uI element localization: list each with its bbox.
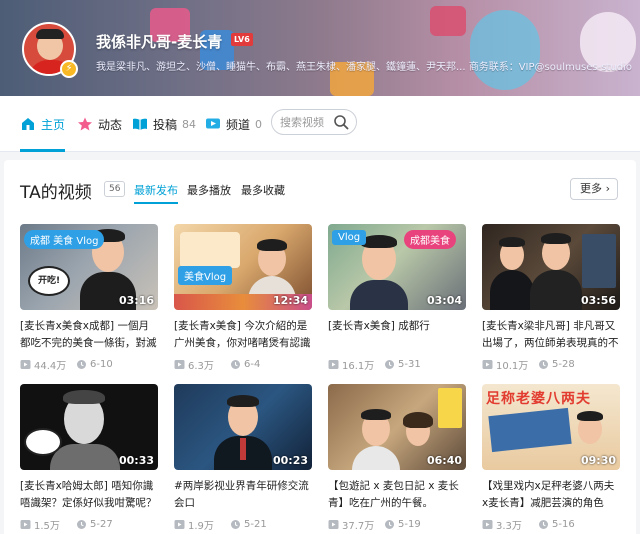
video-thumbnail[interactable]: 00:33 bbox=[20, 384, 158, 470]
video-card[interactable]: 成都 美食 Vlog 开吃! 03:16 [麦长青x美食x成都] 一個月都吃不完… bbox=[20, 224, 158, 372]
avatar[interactable]: ⚡ bbox=[22, 22, 78, 78]
username: 我係非凡哥-麦长青 bbox=[96, 33, 223, 51]
profile-banner: ⚡ 我係非凡哥-麦长青 LV6 我是梁非凡、游坦之、沙僧、睡猫牛、布霸、燕王朱棣… bbox=[0, 0, 640, 96]
clock-icon bbox=[230, 359, 241, 370]
video-duration: 00:33 bbox=[118, 454, 154, 467]
video-title[interactable]: [麦长青x美食] 成都行 bbox=[328, 318, 466, 352]
user-signature: 我是梁非凡、游坦之、沙僧、睡猫牛、布霸、燕王朱棣、潘家腿、鐵鐘蓮、尹天邦... … bbox=[96, 62, 632, 73]
video-duration: 03:56 bbox=[580, 294, 616, 307]
thumb-tag: 美食Vlog bbox=[178, 266, 233, 285]
book-icon bbox=[132, 116, 148, 132]
search-input[interactable] bbox=[280, 114, 332, 130]
chevron-right-icon: › bbox=[605, 182, 610, 195]
video-title[interactable]: #两岸影视业界青年研修交流会口 bbox=[174, 478, 312, 512]
channel-icon bbox=[205, 116, 221, 132]
more-button[interactable]: 更多 › bbox=[570, 178, 618, 200]
tab-upload[interactable]: 投稿 84 bbox=[132, 96, 196, 152]
video-meta: 1.9万 5-21 bbox=[174, 517, 312, 532]
play-count-icon bbox=[174, 519, 185, 530]
video-thumbnail[interactable]: 03:56 bbox=[482, 224, 620, 310]
video-card[interactable]: 00:33 [麦长青x哈姆太郎] 唔知你識唔識架？定係好似我咁驚呢？ 1.5万 … bbox=[20, 384, 158, 532]
clock-icon bbox=[384, 359, 395, 370]
video-thumbnail[interactable]: 00:23 bbox=[174, 384, 312, 470]
video-thumbnail[interactable]: 成都 美食 Vlog 开吃! 03:16 bbox=[20, 224, 158, 310]
video-duration: 03:16 bbox=[118, 294, 154, 307]
video-meta: 1.5万 5-27 bbox=[20, 517, 158, 532]
video-card[interactable]: 美食Vlog 12:34 [麦长青x美食] 今次介紹的是广州美食，你对啫啫煲有認… bbox=[174, 224, 312, 372]
play-count-icon bbox=[328, 359, 339, 370]
video-meta: 16.1万 5-31 bbox=[328, 357, 466, 372]
thumb-caption: 足称老婆八两夫 bbox=[486, 391, 591, 407]
banner-character bbox=[470, 10, 540, 90]
video-duration: 03:04 bbox=[426, 294, 462, 307]
video-title[interactable]: [麦长青x哈姆太郎] 唔知你識唔識架？定係好似我咁驚呢？ bbox=[20, 478, 158, 512]
video-thumbnail[interactable]: Vlog 成都美食 03:04 bbox=[328, 224, 466, 310]
video-title[interactable]: [麦长青x美食] 今次介紹的是广州美食，你对啫啫煲有認識 bbox=[174, 318, 312, 352]
video-card[interactable]: 03:56 [麦长青x梁非凡哥] 非凡哥又出場了，两位師弟表現真的不 10.1万… bbox=[482, 224, 620, 372]
play-count-icon bbox=[328, 519, 339, 530]
clock-icon bbox=[538, 359, 549, 370]
channel-count: 0 bbox=[255, 117, 263, 131]
clock-icon bbox=[538, 519, 549, 530]
video-count-badge: 56 bbox=[104, 181, 126, 197]
video-card[interactable]: Vlog 成都美食 03:04 [麦长青x美食] 成都行 16.1万 5-31 bbox=[328, 224, 466, 372]
video-duration: 06:40 bbox=[426, 454, 462, 467]
video-title[interactable]: 【包遊記 x 麦包日記 x 麦长青】吃在广州的午餐。 bbox=[328, 478, 466, 512]
upload-count: 84 bbox=[182, 117, 197, 131]
video-card[interactable]: 00:23 #两岸影视业界青年研修交流会口 1.9万 5-21 bbox=[174, 384, 312, 532]
thumb-caption: 开吃! bbox=[28, 266, 70, 296]
video-duration: 00:23 bbox=[272, 454, 308, 467]
clock-icon bbox=[76, 519, 87, 530]
sort-most-played[interactable]: 最多播放 bbox=[187, 182, 231, 198]
video-thumbnail[interactable]: 足称老婆八两夫 09:30 bbox=[482, 384, 620, 470]
video-title[interactable]: 【戏里戏内x足秤老婆八两夫x麦长青】减肥芸演的角色 bbox=[482, 478, 620, 512]
star-icon bbox=[77, 116, 93, 132]
video-meta: 3.3万 5-16 bbox=[482, 517, 620, 532]
clock-icon bbox=[384, 519, 395, 530]
banner-gift-box bbox=[430, 6, 466, 36]
sort-latest[interactable]: 最新发布 bbox=[134, 182, 178, 204]
clock-icon bbox=[230, 519, 241, 530]
video-meta: 6.3万 6-4 bbox=[174, 357, 312, 372]
home-icon bbox=[20, 116, 36, 132]
video-meta: 10.1万 5-28 bbox=[482, 357, 620, 372]
video-search-box bbox=[271, 109, 357, 135]
video-meta: 44.4万 6-10 bbox=[20, 357, 158, 372]
tab-channel[interactable]: 频道 0 bbox=[205, 96, 262, 152]
video-thumbnail[interactable]: 美食Vlog 12:34 bbox=[174, 224, 312, 310]
play-count-icon bbox=[20, 359, 31, 370]
thumb-caption: 成都美食 bbox=[404, 230, 456, 249]
tab-home[interactable]: 主页 bbox=[20, 96, 66, 152]
section-title: TA的视频 bbox=[20, 183, 92, 203]
video-meta: 37.7万 5-19 bbox=[328, 517, 466, 532]
search-icon[interactable] bbox=[333, 114, 349, 130]
play-count-icon bbox=[482, 359, 493, 370]
play-count-icon bbox=[482, 519, 493, 530]
verified-lightning-icon: ⚡ bbox=[60, 60, 78, 78]
play-count-icon bbox=[20, 519, 31, 530]
video-title[interactable]: [麦长青x美食x成都] 一個月都吃不完的美食一條街，對滅 bbox=[20, 318, 158, 352]
clock-icon bbox=[76, 359, 87, 370]
sort-most-favorited[interactable]: 最多收藏 bbox=[241, 182, 285, 198]
videos-panel: TA的视频 56 最新发布 最多播放 最多收藏 更多 › 成都 美食 Vlog … bbox=[4, 160, 636, 534]
video-thumbnail[interactable]: 06:40 bbox=[328, 384, 466, 470]
video-duration: 12:34 bbox=[272, 294, 308, 307]
profile-nav: 主页 动态 投稿 84 频道 0 bbox=[0, 96, 640, 152]
thumb-tag: Vlog bbox=[332, 230, 367, 245]
thumb-tag: 成都 美食 Vlog bbox=[24, 230, 105, 249]
video-card[interactable]: 足称老婆八两夫 09:30 【戏里戏内x足秤老婆八两夫x麦长青】减肥芸演的角色 … bbox=[482, 384, 620, 532]
video-title[interactable]: [麦长青x梁非凡哥] 非凡哥又出場了，两位師弟表現真的不 bbox=[482, 318, 620, 352]
tab-dynamic[interactable]: 动态 bbox=[77, 96, 122, 152]
play-count-icon bbox=[174, 359, 185, 370]
video-card[interactable]: 06:40 【包遊記 x 麦包日記 x 麦长青】吃在广州的午餐。 37.7万 5… bbox=[328, 384, 466, 532]
level-badge: LV6 bbox=[231, 33, 253, 46]
video-duration: 09:30 bbox=[580, 454, 616, 467]
